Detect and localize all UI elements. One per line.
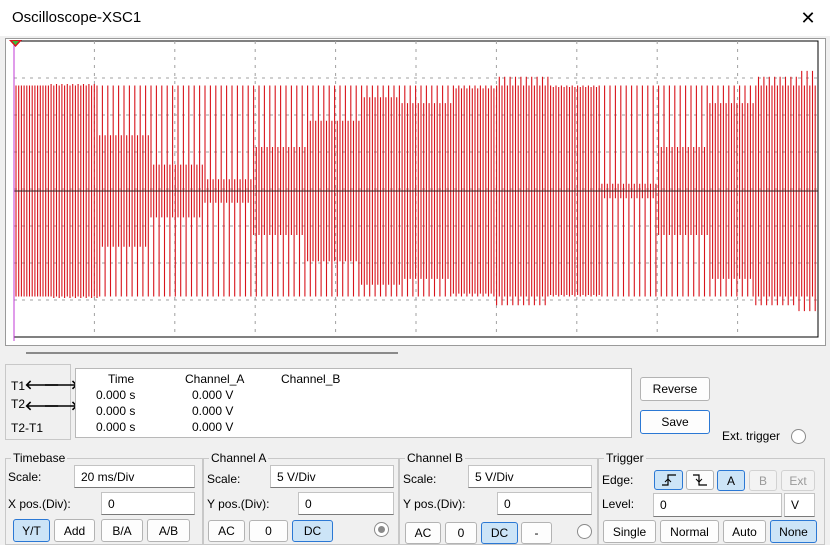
channel-b-ypos-label: Y pos.(Div): [403, 497, 466, 511]
trigger-source-b-button[interactable]: B [749, 470, 777, 491]
readout-t2-channel-a: 0.000 V [192, 404, 234, 418]
channel-a-ypos-input[interactable]: 0 [298, 492, 394, 515]
trigger-edge-label: Edge: [602, 473, 634, 487]
close-button[interactable]: ✕ [786, 0, 830, 36]
trigger-level-unit: V [784, 493, 815, 517]
channel-b-scale-label: Scale: [403, 472, 437, 486]
ext-trigger-label: Ext. trigger [722, 429, 781, 443]
channel-a-title: Channel A [209, 451, 269, 465]
trigger-single-button[interactable]: Single [603, 520, 656, 543]
readout-header-channel-a: Channel_A [185, 372, 245, 386]
channel-a-terminal[interactable] [374, 522, 389, 537]
channel-a-scale-label: Scale: [207, 472, 241, 486]
channel-b-zero-button[interactable]: 0 [445, 522, 477, 544]
cursor-t1-label: T1 [11, 379, 26, 393]
cursor-t2-label: T2 [11, 397, 26, 411]
cursor-delta-label: T2-T1 [11, 421, 44, 435]
readout-t1-time: 0.000 s [96, 388, 136, 402]
channel-b-minus-button[interactable]: - [521, 522, 552, 544]
oscilloscope-window: Oscilloscope-XSC1 ✕ T1 🡐 🡒 T2 🡐 🡒 T2-T1 … [0, 0, 830, 545]
trigger-auto-button[interactable]: Auto [723, 520, 766, 543]
t1-right-arrow-icon[interactable]: 🡒 [44, 377, 79, 393]
channel-b-title: Channel B [405, 451, 466, 465]
timebase-xpos-input[interactable]: 0 [101, 492, 195, 515]
channel-a-dc-button[interactable]: DC [292, 520, 333, 542]
ext-trigger-terminal[interactable] [791, 429, 806, 444]
readout-t1-channel-a: 0.000 V [192, 388, 234, 402]
trigger-title: Trigger [604, 451, 646, 465]
falling-edge-button[interactable] [686, 470, 714, 490]
channel-a-zero-button[interactable]: 0 [249, 520, 288, 542]
timebase-scale-label: Scale: [8, 470, 42, 484]
channel-b-scale-input[interactable]: 5 V/Div [468, 465, 592, 488]
scope-display [5, 38, 826, 346]
readout-delta-time: 0.000 s [96, 420, 136, 434]
timebase-xpos-label: X pos.(Div): [8, 497, 71, 511]
channel-b-dc-button[interactable]: DC [481, 522, 518, 544]
channel-a-scale-input[interactable]: 5 V/Div [270, 465, 394, 488]
trigger-level-label: Level: [602, 497, 635, 511]
measurement-readout: Time Channel_A Channel_B 0.000 s 0.000 V… [75, 368, 632, 438]
rising-edge-icon [661, 474, 676, 486]
readout-header-time: Time [108, 372, 135, 386]
channel-b-ac-button[interactable]: AC [405, 522, 441, 544]
reverse-button[interactable]: Reverse [640, 377, 710, 401]
mode-yt-button[interactable]: Y/T [13, 519, 50, 542]
trigger-normal-button[interactable]: Normal [660, 520, 719, 543]
readout-delta-channel-a: 0.000 V [192, 420, 234, 434]
t2-right-arrow-icon[interactable]: 🡒 [44, 398, 79, 414]
scope-screen[interactable] [6, 39, 825, 345]
mode-ba-button[interactable]: B/A [101, 519, 143, 542]
channel-b-ypos-input[interactable]: 0 [497, 492, 592, 515]
mode-ab-button[interactable]: A/B [147, 519, 190, 542]
close-icon: ✕ [800, 7, 816, 28]
trigger-none-button[interactable]: None [770, 520, 817, 543]
readout-t2-time: 0.000 s [96, 404, 136, 418]
window-title: Oscilloscope-XSC1 [12, 9, 142, 26]
trigger-source-ext-button[interactable]: Ext [781, 470, 815, 491]
channel-a-ypos-label: Y pos.(Div): [207, 497, 270, 511]
channel-b-terminal[interactable] [577, 524, 592, 539]
trigger-level-input[interactable]: 0 [653, 493, 782, 517]
channel-a-ac-button[interactable]: AC [208, 520, 245, 542]
timebase-scale-input[interactable]: 20 ms/Div [74, 465, 195, 488]
title-bar: Oscilloscope-XSC1 ✕ [0, 0, 830, 36]
mode-add-button[interactable]: Add [54, 519, 95, 542]
horizontal-scrollbar[interactable] [26, 352, 398, 354]
timebase-title: Timebase [11, 451, 68, 465]
falling-edge-icon [693, 474, 707, 486]
trigger-source-a-button[interactable]: A [717, 470, 745, 491]
save-button[interactable]: Save [640, 410, 710, 434]
readout-header-channel-b: Channel_B [281, 372, 341, 386]
rising-edge-button[interactable] [654, 470, 683, 490]
